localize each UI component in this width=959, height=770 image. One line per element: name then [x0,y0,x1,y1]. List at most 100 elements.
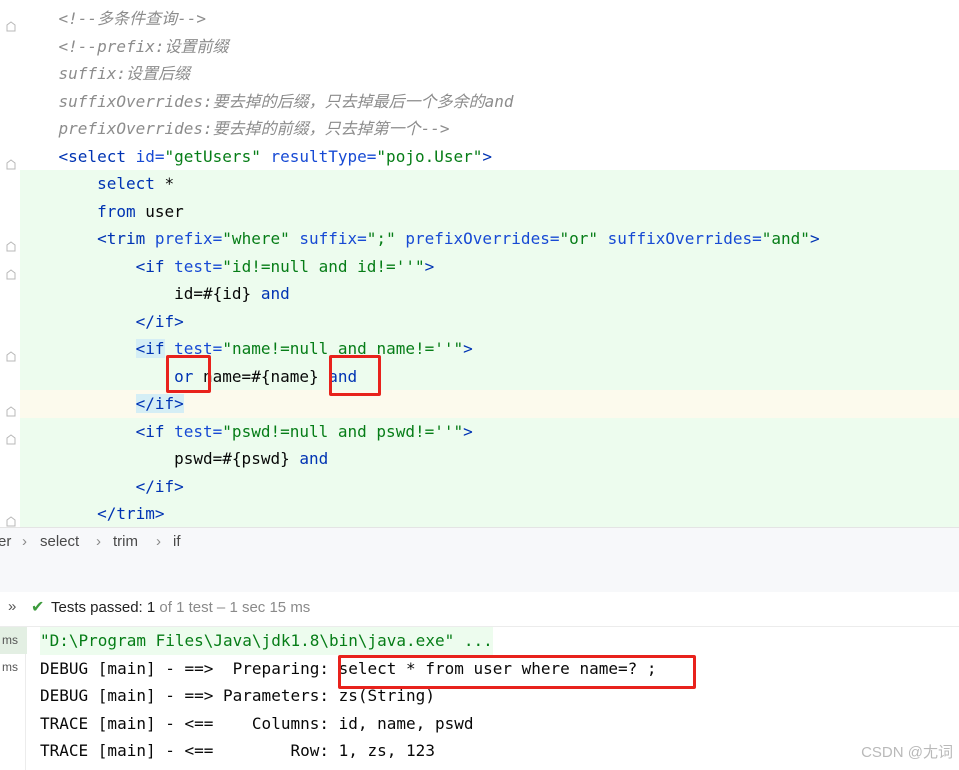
code-token: "pswd!=null and pswd!=''" [222,421,464,441]
code-token: </if> [135,311,184,331]
highlight-box-or [166,355,211,393]
code-token: <if [135,256,175,276]
code-token: </if> [135,394,184,413]
code-editor[interactable]: <!--多条件查询--> <!--prefix:设置前缀 suffix:设置后缀… [0,0,959,527]
code-token: prefixOverrides= [395,229,560,248]
fold-icon[interactable] [6,347,16,362]
console-tree: ms ms [0,627,27,770]
code-token: ";" [366,229,396,248]
fold-icon[interactable] [6,17,16,32]
code-token: <if [135,339,165,358]
fold-icon[interactable] [6,512,16,527]
code-line[interactable]: <if test="id!=null and id!=''"> [20,252,959,280]
fold-icon[interactable] [6,430,16,444]
console-tree-item[interactable]: ms [2,654,18,681]
code-token: "pojo.User" [376,146,483,166]
code-token: > [424,256,435,276]
code-line[interactable]: <select id="getUsers" resultType="pojo.U… [20,143,959,171]
code-token: > [482,146,493,166]
chevron-right-icon: › [156,533,161,550]
code-line[interactable]: </if> [20,307,959,335]
code-token: <!--prefix:设置前缀 [20,36,229,56]
code-token: * [154,174,175,193]
code-token: and [299,449,329,468]
highlight-box-and [329,355,381,396]
expand-icon[interactable]: » [8,598,16,615]
code-token: suffixOverrides= [598,229,762,248]
fold-icon[interactable] [6,237,16,252]
highlight-box-sql [338,655,696,689]
tests-passed-count: 1 [146,599,156,616]
code-token: <if [135,421,175,441]
code-token: suffixOverrides:要去掉的后缀，只去掉最后一个多余的and [20,91,514,111]
code-line[interactable]: prefixOverrides:要去掉的前缀，只去掉第一个--> [20,115,959,143]
code-line[interactable]: <trim prefix="where" suffix=";" prefixOv… [20,225,959,253]
code-token: </if> [135,476,184,496]
console-line: TRACE [main] - <== Columns: id, name, ps… [40,713,474,733]
code-token: select [97,174,155,193]
code-line[interactable]: suffix:设置后缀 [20,60,959,88]
code-line[interactable]: </if> [20,390,959,418]
fold-icon[interactable] [6,402,16,417]
test-status-text: Tests passed: 1 of 1 test – 1 sec 15 ms [51,599,310,616]
code-token: prefixOverrides:要去掉的前缀，只去掉第一个--> [20,119,450,138]
code-line[interactable]: or name=#{name} and [20,362,959,390]
code-line[interactable]: pswd=#{pswd} and [20,445,959,473]
breadcrumb-item-select[interactable]: select [40,533,79,550]
editor-gutter [0,0,20,527]
console-tree-item[interactable]: ms [0,627,27,654]
code-line[interactable]: <!--prefix:设置前缀 [20,33,959,61]
code-token: prefix= [154,229,223,248]
code-line[interactable]: suffixOverrides:要去掉的后缀，只去掉最后一个多余的and [20,88,959,116]
code-token: user [135,201,184,221]
code-line[interactable]: <if test="name!=null and name!=''"> [20,335,959,363]
fold-icon[interactable] [6,265,16,279]
code-token: > [809,229,820,248]
code-token: "or" [559,229,598,248]
test-status-bar: » ✔ Tests passed: 1 of 1 test – 1 sec 15… [0,592,959,627]
breadcrumb-item-mapper[interactable]: er [0,533,11,550]
code-line[interactable]: <!--多条件查询--> [20,5,959,33]
code-line[interactable]: id=#{id} and [20,280,959,308]
code-token: from [97,201,136,221]
code-line[interactable]: </if> [20,472,959,500]
code-token: test= [174,256,223,276]
watermark: CSDN @尢词 [861,744,953,761]
code-token: suffix= [289,229,367,248]
breadcrumb-item-trim[interactable]: trim [113,533,138,550]
panel-separator [0,557,959,592]
code-token: "and" [761,229,810,248]
code-token: "where" [222,229,290,248]
console-line: "D:\Program Files\Java\jdk1.8\bin\java.e… [40,627,493,655]
code-line[interactable]: <if test="pswd!=null and pswd!=''"> [20,417,959,445]
code-token: and [260,284,290,303]
breadcrumb-item-if[interactable]: if [173,533,181,550]
run-console[interactable]: ms ms "D:\Program Files\Java\jdk1.8\bin\… [0,627,959,770]
code-token: resultType= [260,146,377,166]
code-token: "getUsers" [164,146,261,166]
chevron-right-icon: › [96,533,101,550]
code-line[interactable]: from user [20,197,959,225]
code-token: test= [174,421,223,441]
code-token: id=#{id} [20,284,261,303]
code-token: suffix:设置后缀 [20,64,190,83]
chevron-right-icon: › [22,533,27,550]
tests-detail: of 1 test – 1 sec 15 ms [155,599,311,616]
fold-icon[interactable] [6,155,16,169]
code-line[interactable]: select * [20,170,959,198]
breadcrumb: er › select › trim › if [0,527,959,558]
code-line[interactable]: </trim> [20,500,959,527]
code-token: name=#{name} [193,366,329,386]
code-token: pswd=#{pswd} [20,449,300,468]
